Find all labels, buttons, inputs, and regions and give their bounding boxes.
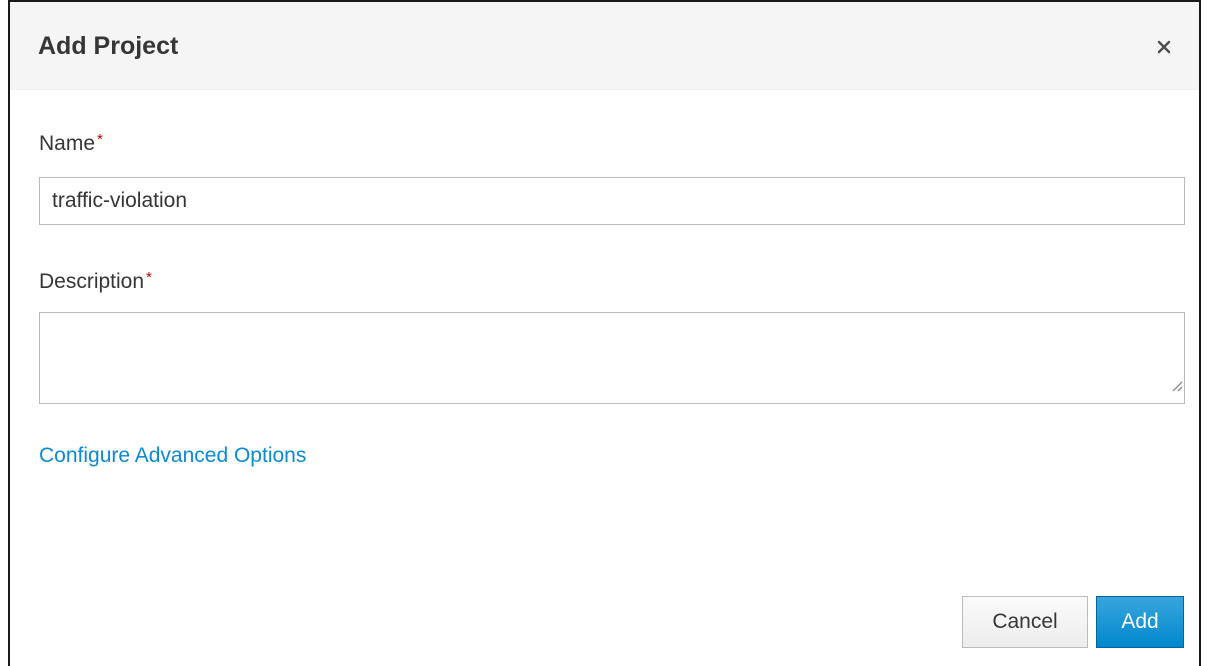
dialog-title: Add Project [38, 32, 179, 60]
description-required-marker: * [146, 269, 152, 286]
configure-advanced-options-link[interactable]: Configure Advanced Options [39, 442, 306, 470]
description-textarea[interactable] [39, 312, 1185, 404]
dialog-header: Add Project [10, 2, 1199, 90]
cancel-button[interactable]: Cancel [962, 596, 1088, 648]
description-label-text: Description [39, 270, 145, 293]
name-required-marker: * [97, 131, 103, 148]
resize-handle-icon[interactable] [1169, 378, 1183, 392]
add-project-dialog: Add Project Name* Description* Configure… [8, 0, 1201, 666]
add-button[interactable]: Add [1096, 596, 1184, 648]
name-label: Name * [39, 130, 103, 158]
close-button[interactable] [1151, 34, 1177, 60]
close-icon [1157, 40, 1171, 54]
name-input[interactable] [39, 177, 1185, 225]
description-label: Description * [39, 268, 152, 296]
name-label-text: Name [39, 132, 96, 155]
